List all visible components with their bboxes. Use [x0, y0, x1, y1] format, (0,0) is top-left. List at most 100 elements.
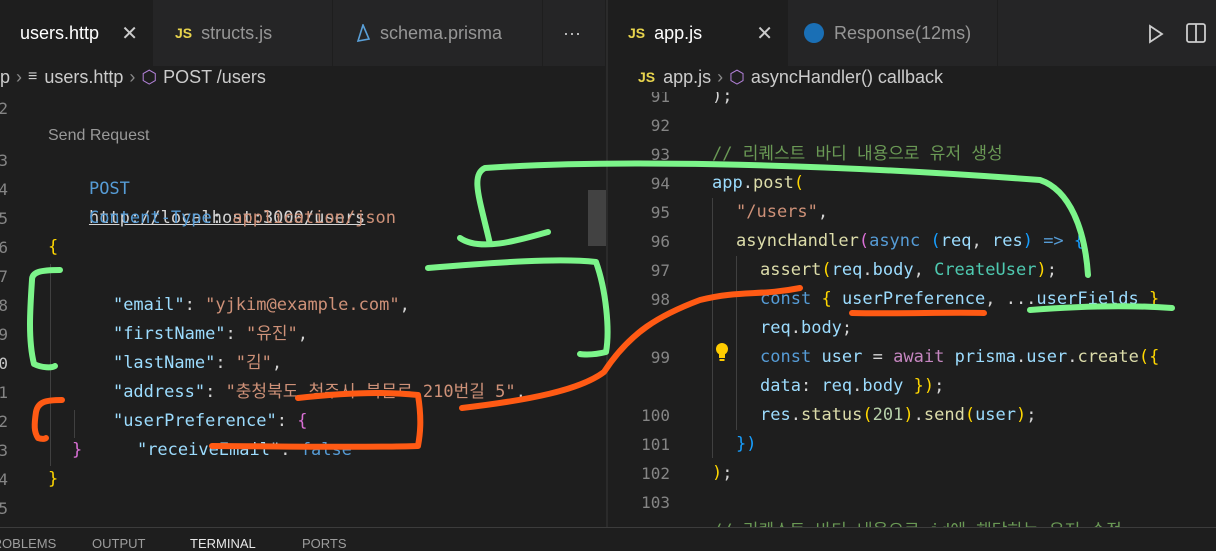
- line-number: 4: [0, 180, 8, 199]
- scrollbar-thumb[interactable]: [588, 190, 606, 246]
- line-number: 103: [641, 493, 670, 512]
- code-line: );: [712, 92, 733, 106]
- line-number: 4: [0, 470, 8, 489]
- json-line-receiveemail: "receiveEmail": false: [136, 440, 352, 460]
- panel-tab-ports[interactable]: PORTS: [302, 536, 347, 551]
- header-key: Content-Type: [88, 208, 212, 228]
- json-inner-close-brace: }: [72, 440, 83, 460]
- prisma-icon: [356, 24, 371, 42]
- line-number: 0: [0, 354, 8, 373]
- breadcrumb-item[interactable]: POST /users: [163, 67, 266, 88]
- rest-client-icon: [804, 23, 824, 43]
- code-line: assert(req.body, CreateUser);: [760, 260, 1057, 280]
- line-number: 93: [650, 145, 670, 164]
- bottom-panel: PROBLEMS OUTPUT TERMINAL PORTS: [0, 527, 1216, 551]
- code-line: asyncHandler(async (req, res) => {: [736, 231, 1085, 251]
- split-editor-icon[interactable]: [1186, 23, 1206, 43]
- tab-label: structs.js: [201, 22, 273, 43]
- chevron-right-icon: ›: [717, 66, 724, 87]
- code-comment: // 리퀘스트 바디 내용으로 유저 생성: [712, 144, 1003, 164]
- line-number: 3: [0, 151, 8, 170]
- js-file-icon: JS: [175, 25, 193, 41]
- line-number: 91: [650, 92, 670, 106]
- tab-users-http[interactable]: users.http ✕: [0, 0, 153, 66]
- json-close-brace: }: [48, 469, 59, 489]
- json-value: false: [300, 440, 352, 460]
- panel-tab-terminal[interactable]: TERMINAL: [190, 536, 256, 551]
- line-number: 92: [650, 116, 670, 135]
- line-number: 6: [0, 238, 8, 257]
- panel-tab-output[interactable]: OUTPUT: [92, 536, 145, 551]
- line-number: 7: [0, 267, 8, 286]
- header-line: Content-Type: application/json: [88, 208, 397, 228]
- line-number: 100: [641, 406, 670, 425]
- tab-schema-prisma[interactable]: schema.prisma: [333, 0, 543, 66]
- header-value: application/json: [232, 208, 397, 228]
- json-open-brace: {: [48, 237, 59, 257]
- json-key: "receiveEmail": [136, 440, 281, 460]
- breadcrumb-item[interactable]: users.http: [44, 67, 123, 88]
- tab-structs-js[interactable]: JS structs.js: [153, 0, 333, 66]
- indent-guide: [50, 264, 51, 466]
- line-number: 102: [641, 464, 670, 483]
- request-line: POST http://localhost:3000/users: [48, 146, 365, 228]
- breadcrumb-item[interactable]: app.js: [663, 67, 711, 88]
- line-number: 9: [0, 325, 8, 344]
- line-number: 1: [0, 383, 8, 402]
- code-line: const user = await prisma.user.create({: [760, 347, 1160, 367]
- js-file-icon: JS: [628, 25, 646, 41]
- code-line: );: [712, 463, 733, 483]
- chevron-right-icon: ›: [16, 66, 23, 87]
- line-number: 97: [650, 261, 670, 280]
- code-line: data: req.body });: [760, 376, 945, 396]
- json-line-email: "email": "yjkim@example.com",: [112, 295, 410, 315]
- cube-icon: ⬡: [141, 66, 158, 87]
- code-line: req.body;: [760, 318, 853, 338]
- code-line: app.post(: [712, 173, 805, 193]
- breadcrumb-item[interactable]: asyncHandler() callback: [751, 67, 943, 88]
- code-comment: // 리퀘스트 바디 내용으로 id에 해당하는 유저 수정: [712, 517, 1122, 527]
- line-number: 5: [0, 209, 8, 228]
- right-editor[interactable]: 91 92 93 94 95 96 97 98 99 100 101 102 1…: [608, 92, 1216, 527]
- line-number: 98: [650, 290, 670, 309]
- json-line-address: "address": "충청북도 청주시 북문로 210번길 5",: [112, 382, 526, 402]
- line-number: 3: [0, 441, 8, 460]
- json-line-lastname: "lastName": "김",: [112, 353, 283, 373]
- tab-label: app.js: [654, 22, 703, 43]
- tab-label: users.http: [20, 22, 100, 43]
- line-number: 101: [641, 435, 670, 454]
- left-editor[interactable]: 2 3 4 5 6 7 8 9 0 1 2 3 4 5 Send Request…: [0, 92, 606, 527]
- code-line: res.status(201).send(user);: [760, 405, 1037, 425]
- close-icon[interactable]: ✕: [756, 21, 773, 46]
- run-icon[interactable]: [1147, 24, 1165, 44]
- js-file-icon: JS: [638, 69, 656, 85]
- tab-app-js[interactable]: JS app.js ✕: [608, 0, 788, 66]
- cube-icon: ⬡: [729, 66, 745, 87]
- breadcrumb-item[interactable]: p: [0, 67, 10, 88]
- indent-guide: [736, 256, 737, 430]
- line-number: 96: [650, 232, 670, 251]
- more-tabs-button[interactable]: ···: [543, 0, 606, 66]
- line-number: 8: [0, 296, 8, 315]
- tab-response[interactable]: Response(12ms): [788, 0, 998, 66]
- tab-label: Response(12ms): [834, 22, 972, 43]
- json-line-firstname: "firstName": "유진",: [112, 324, 309, 344]
- route-path: "/users": [736, 202, 818, 222]
- lightbulb-icon[interactable]: [714, 342, 730, 362]
- line-number: 94: [650, 174, 670, 193]
- breadcrumb: JS app.js › ⬡ asyncHandler() callback: [638, 62, 1208, 92]
- tab-label: schema.prisma: [380, 22, 503, 43]
- line-number: 2: [0, 412, 8, 431]
- indent-guide: [712, 198, 713, 458]
- panel-tab-problems[interactable]: PROBLEMS: [0, 536, 56, 551]
- more-icon: ···: [563, 22, 581, 43]
- file-lines-icon: ≡: [28, 68, 38, 85]
- line-number: 99: [650, 348, 670, 367]
- close-icon[interactable]: ✕: [121, 21, 138, 46]
- code-line: }): [736, 434, 757, 454]
- code-line: const { userPreference, ...userFields }: [760, 289, 1160, 309]
- breadcrumb: p › ≡ users.http › ⬡ POST /users: [0, 62, 600, 92]
- code-line: "/users",: [736, 202, 829, 222]
- line-number: 5: [0, 499, 8, 518]
- chevron-right-icon: ›: [129, 66, 136, 87]
